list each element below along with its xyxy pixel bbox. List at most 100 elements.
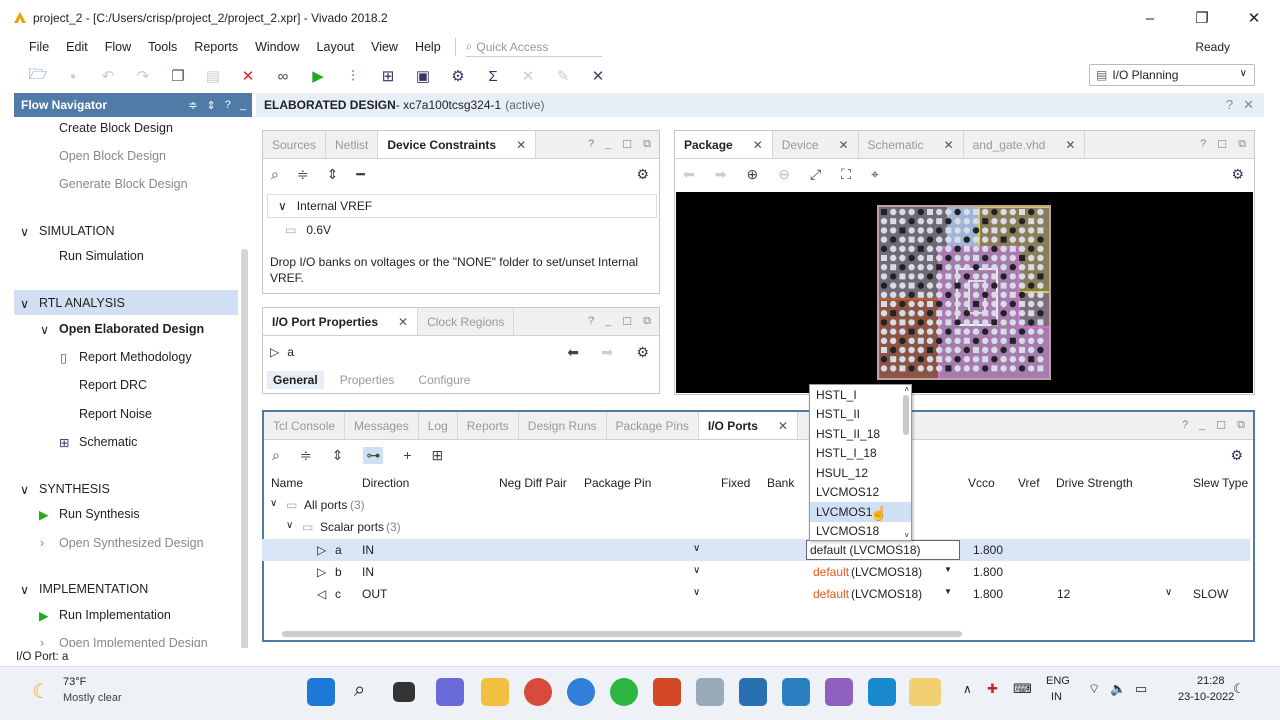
package-pin[interactable]: [890, 291, 897, 298]
zoom-fit-icon[interactable]: ⤢: [810, 166, 821, 183]
chevron-down-icon[interactable]: ∨: [20, 296, 29, 311]
package-pin[interactable]: [908, 346, 915, 354]
package-pin[interactable]: [982, 328, 989, 335]
package-pin[interactable]: [972, 328, 980, 335]
maximize-button[interactable]: ❐: [1176, 0, 1228, 36]
package-pin[interactable]: [1028, 282, 1035, 289]
package-pin[interactable]: [936, 291, 943, 298]
package-pin[interactable]: [917, 282, 924, 289]
package-pin[interactable]: [917, 273, 924, 280]
package-pin[interactable]: [982, 273, 989, 280]
tool-disabled-icon[interactable]: ✕: [516, 64, 540, 88]
package-pin[interactable]: [890, 208, 897, 216]
package-pin[interactable]: [908, 356, 915, 363]
package-pin[interactable]: [1018, 236, 1026, 243]
package-pin[interactable]: [899, 245, 906, 252]
package-pin[interactable]: [908, 300, 915, 308]
package-pin[interactable]: [1028, 227, 1035, 234]
package-pin[interactable]: [926, 236, 934, 243]
package-pin[interactable]: [982, 310, 989, 317]
package-pin[interactable]: [1000, 227, 1007, 234]
delete-icon[interactable]: ✕: [236, 64, 260, 88]
package-pin[interactable]: [926, 273, 934, 280]
package-pin[interactable]: [982, 300, 989, 308]
package-pin[interactable]: [991, 310, 998, 317]
chevron-down-icon[interactable]: ∨: [693, 543, 700, 554]
package-pin[interactable]: [917, 208, 924, 216]
minimize-icon[interactable]: _: [605, 138, 611, 151]
package-pin[interactable]: [991, 282, 998, 289]
maximize-icon[interactable]: ☐: [622, 138, 632, 151]
nav-run-simulation[interactable]: Run Simulation: [59, 249, 144, 263]
tab-design-runs[interactable]: Design Runs: [519, 412, 607, 439]
float-icon[interactable]: ⧉: [1237, 419, 1245, 432]
tab-schematic[interactable]: Schematic ✕: [859, 131, 964, 158]
package-pin[interactable]: [982, 208, 989, 216]
close-icon[interactable]: ✕: [944, 138, 954, 152]
package-pin[interactable]: [963, 291, 970, 298]
package-pin[interactable]: [972, 356, 980, 363]
tab-tcl-console[interactable]: Tcl Console: [264, 412, 346, 439]
file-explorer-icon[interactable]: [481, 678, 509, 706]
package-pin[interactable]: [982, 264, 989, 271]
package-pin[interactable]: [991, 300, 998, 308]
package-pin[interactable]: [972, 245, 980, 252]
package-pin[interactable]: [963, 365, 970, 372]
package-pin[interactable]: [908, 254, 915, 262]
chevron-down-icon[interactable]: ∨: [20, 582, 29, 597]
package-pin[interactable]: [890, 245, 897, 252]
tab-reports[interactable]: Reports: [458, 412, 519, 439]
menu-layout[interactable]: Layout: [317, 40, 355, 54]
menu-reports[interactable]: Reports: [194, 40, 238, 54]
package-pin[interactable]: [1009, 356, 1016, 363]
package-pin[interactable]: [982, 319, 989, 326]
package-pin[interactable]: [972, 236, 980, 243]
tab-io-ports[interactable]: I/O Ports ✕: [698, 412, 798, 439]
package-pin[interactable]: [899, 346, 906, 354]
package-pin[interactable]: [1018, 328, 1026, 335]
package-pin[interactable]: [880, 245, 888, 252]
package-pin[interactable]: [972, 227, 980, 234]
run-icon[interactable]: ▶: [306, 64, 330, 88]
package-pin[interactable]: [1019, 209, 1025, 215]
package-pin[interactable]: [880, 337, 888, 344]
package-pin[interactable]: [1018, 264, 1026, 271]
tree-item-internal-vref[interactable]: ∨ Internal VREF: [267, 194, 657, 218]
package-pin[interactable]: [991, 291, 998, 298]
gear-icon[interactable]: ⚙: [446, 64, 470, 88]
store-icon[interactable]: [782, 678, 810, 706]
package-pin[interactable]: [936, 365, 943, 372]
close-icon[interactable]: ✕: [1065, 138, 1075, 152]
package-pin[interactable]: [936, 337, 943, 344]
table-row[interactable]: ◁ c OUT ∨ default (LVCMOS18) ▼ 1.800 12 …: [262, 583, 1250, 605]
package-pin[interactable]: [1000, 337, 1007, 344]
package-pin[interactable]: [991, 227, 998, 234]
package-pin[interactable]: [926, 245, 934, 252]
package-pin[interactable]: [936, 218, 943, 225]
expand-all-icon[interactable]: ⇕: [332, 447, 344, 464]
package-pin[interactable]: [890, 236, 897, 243]
package-pin[interactable]: [982, 227, 989, 234]
help-icon[interactable]: ?: [588, 315, 594, 328]
package-pin[interactable]: [945, 236, 952, 243]
package-pin[interactable]: [1037, 218, 1044, 225]
close-icon[interactable]: ✕: [516, 138, 526, 152]
package-pin[interactable]: [982, 282, 989, 289]
package-pin[interactable]: [1028, 245, 1035, 252]
package-pin[interactable]: [963, 282, 970, 289]
package-pin[interactable]: [945, 356, 952, 363]
package-pin[interactable]: [899, 337, 906, 344]
package-pin[interactable]: [926, 227, 934, 234]
package-pin[interactable]: [1000, 245, 1007, 252]
package-pin[interactable]: [1009, 227, 1016, 234]
package-pin[interactable]: [890, 365, 897, 372]
package-pin[interactable]: [936, 319, 943, 326]
package-pin[interactable]: [954, 300, 961, 308]
package-pin[interactable]: [963, 208, 970, 216]
binoculars-icon[interactable]: ∞: [271, 64, 295, 88]
package-pin[interactable]: [963, 346, 970, 354]
chevron-down-icon[interactable]: ∨: [20, 224, 29, 239]
tab-general[interactable]: General: [267, 371, 324, 389]
package-pin[interactable]: [880, 236, 888, 243]
col-direction[interactable]: Direction: [362, 476, 409, 490]
